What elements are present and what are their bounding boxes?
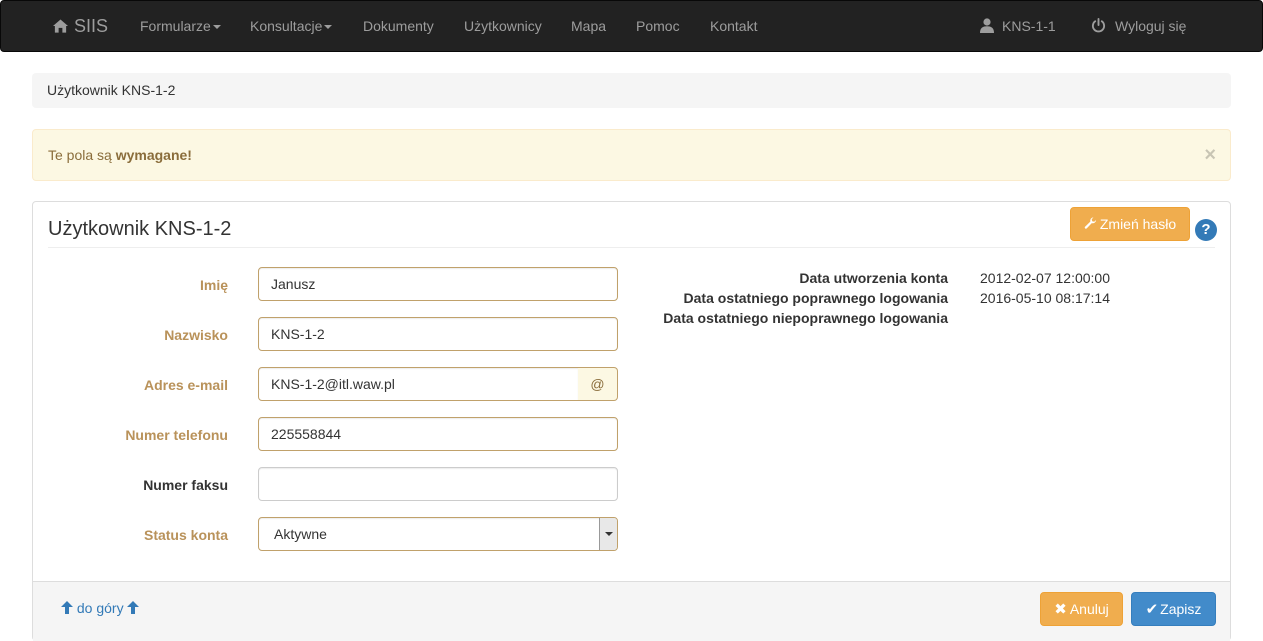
caret-down-icon — [324, 25, 333, 30]
nav-uzytkownicy[interactable]: Użytkownicy — [464, 1, 542, 51]
created-label: Data utworzenia konta — [799, 270, 948, 286]
nav-user-label: KNS-1-1 — [1002, 18, 1056, 34]
user-panel: Użytkownik KNS-1-2 Zmień hasło ? Imię Ja… — [32, 201, 1231, 641]
nav-konsultacje-label: Konsultacje — [250, 18, 323, 34]
first-name-field[interactable]: Janusz — [258, 267, 618, 301]
at-icon: @ — [578, 367, 618, 401]
phone-label: Numer telefonu — [125, 427, 228, 443]
back-to-top-link[interactable]: do góry — [61, 600, 140, 616]
nav-logout[interactable]: Wyloguj się — [1091, 1, 1186, 51]
nav-user[interactable]: KNS-1-1 — [980, 1, 1056, 51]
select-arrow-icon — [599, 518, 617, 550]
panel-footer: do góry ✖ Anuluj ✔ Zapisz — [33, 581, 1230, 641]
wrench-icon — [1084, 217, 1096, 229]
change-password-label: Zmień hasło — [1099, 216, 1177, 232]
email-field[interactable]: KNS-1-2@itl.waw.pl — [258, 367, 579, 401]
fax-label: Numer faksu — [143, 477, 228, 493]
save-button[interactable]: ✔ Zapisz — [1131, 592, 1216, 626]
last-name-field[interactable]: KNS-1-2 — [258, 317, 618, 351]
alert-text-prefix: Te pola są — [48, 147, 116, 163]
nav-konsultacje[interactable]: Konsultacje — [250, 1, 333, 51]
last-name-label: Nazwisko — [164, 327, 228, 343]
required-fields-alert: Te pola są wymagane! × — [32, 129, 1231, 181]
nav-pomoc[interactable]: Pomoc — [636, 1, 680, 51]
breadcrumb-current: Użytkownik KNS-1-2 — [47, 82, 176, 98]
change-password-button[interactable]: Zmień hasło — [1070, 207, 1190, 241]
save-label: Zapisz — [1160, 601, 1202, 617]
nav-kontakt[interactable]: Kontakt — [710, 1, 757, 51]
nav-mapa[interactable]: Mapa — [571, 1, 606, 51]
last-ok-login-value: 2016-05-10 08:17:14 — [980, 290, 1110, 306]
breadcrumb: Użytkownik KNS-1-2 — [32, 73, 1231, 108]
times-icon: ✖ — [1054, 601, 1067, 618]
nav-logout-label: Wyloguj się — [1115, 18, 1187, 34]
created-value: 2012-02-07 12:00:00 — [980, 270, 1110, 286]
top-navbar: SIIS Formularze Konsultacje Dokumenty Uż… — [0, 0, 1263, 52]
email-label: Adres e-mail — [143, 377, 228, 393]
caret-down-icon — [212, 25, 221, 30]
home-icon — [53, 19, 68, 33]
status-select[interactable]: Aktywne — [258, 517, 618, 551]
arrow-up-icon — [127, 601, 140, 614]
phone-field[interactable]: 225558844 — [258, 417, 618, 451]
cancel-button[interactable]: ✖ Anuluj — [1040, 592, 1123, 626]
power-icon — [1091, 18, 1106, 33]
last-ok-login-label: Data ostatniego poprawnego logowania — [683, 290, 948, 306]
title-divider — [48, 247, 1215, 248]
close-icon[interactable]: × — [1204, 130, 1216, 180]
nav-formularze[interactable]: Formularze — [140, 1, 221, 51]
panel-title: Użytkownik KNS-1-2 — [48, 218, 232, 240]
status-label: Status konta — [143, 527, 228, 543]
first-name-label: Imię — [199, 277, 228, 293]
user-icon — [980, 18, 994, 33]
brand-link[interactable]: SIIS — [53, 1, 108, 51]
back-to-top-label: do góry — [76, 600, 124, 616]
arrow-up-icon — [61, 601, 73, 614]
last-bad-login-label: Data ostatniego niepoprawnego logowania — [663, 310, 948, 326]
nav-dokumenty[interactable]: Dokumenty — [363, 1, 434, 51]
fax-field[interactable] — [258, 467, 618, 501]
cancel-label: Anuluj — [1069, 601, 1109, 617]
alert-text-emphasis: wymagane! — [115, 147, 192, 163]
brand-label: SIIS — [74, 16, 109, 36]
help-icon[interactable]: ? — [1195, 219, 1217, 241]
nav-formularze-label: Formularze — [140, 18, 211, 34]
status-select-value: Aktywne — [274, 526, 327, 542]
check-icon: ✔ — [1145, 601, 1159, 618]
